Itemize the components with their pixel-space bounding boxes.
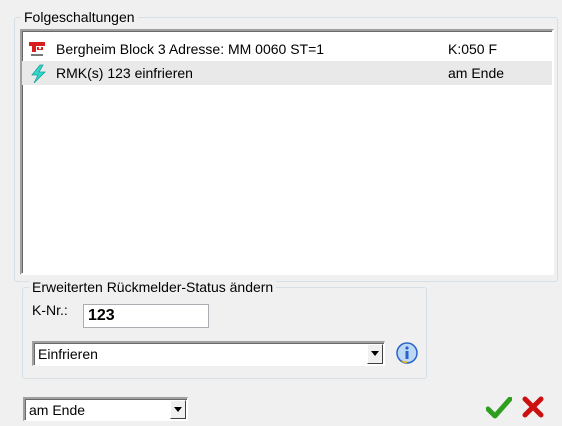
chevron-down-icon[interactable]	[367, 344, 383, 364]
knr-input[interactable]: 123	[83, 304, 209, 328]
folgeschaltungen-title: Folgeschaltungen	[21, 9, 138, 25]
status-action-value: Einfrieren	[38, 346, 98, 362]
list-item-value: am Ende	[448, 65, 505, 81]
status-action-select[interactable]: Einfrieren	[32, 341, 385, 366]
list-item[interactable]: Bergheim Block 3 Adresse: MM 0060 ST=1 K…	[22, 37, 552, 61]
list-item-value: K:050 F	[448, 41, 498, 57]
folgeschaltungen-list[interactable]: Bergheim Block 3 Adresse: MM 0060 ST=1 K…	[20, 29, 554, 275]
knr-label: K-Nr.:	[32, 302, 68, 318]
chevron-down-icon[interactable]	[170, 400, 186, 419]
lightning-icon	[28, 64, 46, 84]
list-item-label: RMK(s) 123 einfrieren	[56, 65, 193, 81]
signal-icon	[28, 40, 46, 58]
list-item[interactable]: RMK(s) 123 einfrieren am Ende	[22, 61, 552, 85]
list-item-label: Bergheim Block 3 Adresse: MM 0060 ST=1	[56, 41, 325, 57]
status-group-title: Erweiterten Rückmelder-Status ändern	[29, 279, 277, 295]
cancel-x-icon[interactable]	[522, 396, 544, 421]
info-icon[interactable]	[395, 341, 419, 368]
timing-select[interactable]: am Ende	[23, 397, 188, 421]
timing-value: am Ende	[29, 402, 86, 418]
ok-check-icon[interactable]	[485, 396, 513, 422]
